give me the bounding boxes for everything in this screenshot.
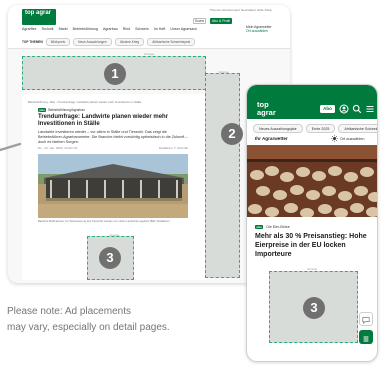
mobile-article-category-row: plus Die Eier-Börse (255, 225, 290, 229)
top-topics-label: TOP THEMEN (22, 40, 43, 44)
ad-number-3: 3 (99, 247, 121, 269)
topic-pill[interactable]: Neue Auszahlungen (73, 38, 112, 46)
menu-fab-button[interactable] (359, 330, 373, 344)
article-author: Redaktion, T. Schmidt (158, 146, 188, 150)
chat-icon (362, 317, 370, 325)
article-date: Do., 23. Jan. 2025, 12:00 Uhr (38, 146, 78, 150)
article-title: Trendumfrage: Landwirte planen wieder me… (38, 114, 169, 127)
mobile-header: top agrar Abo (247, 85, 377, 119)
desktop-main-nav: Agrarflex Technik Markt Betriebsführung … (22, 27, 197, 31)
nav-item[interactable]: Schwein (135, 27, 149, 31)
topic-chip[interactable]: Afrikanische Schwein (338, 124, 377, 133)
ad-placement-2: 2 (205, 73, 243, 278)
nav-item[interactable]: Markt (59, 27, 68, 31)
mobile-phone-mockup: top agrar Abo Neues Auszahlungsjahr Ernt… (246, 84, 378, 362)
ad-placement-note: Please note: Ad placements may vary, esp… (7, 304, 170, 336)
desktop-logo[interactable]: top agrar (22, 9, 56, 25)
nav-item[interactable]: Agrarbau (103, 27, 118, 31)
mobile-logo-bottom: agrar (257, 107, 276, 117)
mobile-article-photo (247, 145, 377, 217)
topic-pill[interactable]: Afrikanische Schweinepest (147, 38, 196, 46)
mobile-article-title[interactable]: Mehr als 30 % Preisanstieg: Hohe Eierpre… (255, 232, 373, 259)
nav-item[interactable]: Agrarflex (22, 27, 36, 31)
plus-badge: plus (38, 108, 47, 112)
nav-item[interactable]: Im Heft (154, 27, 166, 31)
top-topics-bar: TOP THEMEN Milchpreis Neue Auszahlungen … (22, 38, 196, 46)
photo-caption: Bauliche Maßnahmen zur Verbesserung des … (38, 220, 170, 223)
subscribe-button[interactable]: Abo & Profil (210, 18, 232, 24)
article-lead: Landwirte investieren wieder – vor allem… (38, 130, 188, 144)
account-icon[interactable] (339, 104, 349, 114)
search-button[interactable]: Suche (193, 18, 206, 24)
weather-widget[interactable]: Mein Agrarwetter Ort auswählen (246, 25, 272, 34)
mobile-ad-number-3: 3 (303, 297, 325, 319)
ad-placement-3-desktop: 3 (87, 236, 134, 280)
ad-placement-3-mobile: 3 (269, 271, 358, 343)
mobile-weather-select[interactable]: Ort auswählen (331, 135, 364, 142)
note-line-1: Please note: Ad placements (7, 306, 131, 317)
search-icon[interactable] (352, 104, 362, 114)
nav-item[interactable]: Unser Agrarsack (170, 27, 197, 31)
mobile-topic-chips: Neues Auszahlungsjahr Ernte 2025 Afrikan… (253, 124, 377, 133)
nav-item[interactable]: Technik (41, 27, 53, 31)
topic-chip[interactable]: Ernte 2025 (305, 124, 336, 133)
desktop-article: Betriebsführung › Bau › Trendumfrage: La… (22, 94, 207, 280)
ad-placement-illustration: top agrar Themen Abonnement Newsletter H… (0, 0, 382, 365)
weather-select-label: Ort auswählen (340, 136, 365, 141)
callout-stroke (0, 142, 22, 152)
comment-button[interactable] (359, 312, 373, 326)
mobile-logo[interactable]: top agrar (257, 101, 276, 116)
article-photo (38, 154, 188, 218)
ad-placement-1: 1 (22, 56, 206, 90)
nav-item[interactable]: Rind (123, 27, 130, 31)
mobile-weather-title: Ihr Agrarwetter (255, 136, 288, 141)
article-meta: Do., 23. Jan. 2025, 12:00 Uhr Redaktion,… (38, 146, 188, 150)
list-icon (363, 336, 369, 342)
nav-item[interactable]: Betriebsführung (73, 27, 98, 31)
topic-pill[interactable]: Milchpreis (45, 38, 71, 46)
weather-location-select[interactable]: Ort auswählen (246, 29, 272, 33)
topic-chip[interactable]: Neues Auszahlungsjahr (253, 124, 303, 133)
topic-pill[interactable]: Ukraine-Krieg (114, 38, 145, 46)
menu-icon[interactable] (365, 104, 375, 114)
mobile-plus-badge: plus (255, 225, 264, 229)
note-line-2: may vary, especially on detail pages. (7, 322, 170, 333)
sun-icon (331, 135, 338, 142)
desktop-top-links[interactable]: Themen Abonnement Newsletter Hilfe Shop (210, 8, 272, 12)
desktop-header: top agrar Themen Abonnement Newsletter H… (8, 5, 290, 49)
ad-number-1: 1 (104, 63, 126, 85)
ad-number-2: 2 (221, 123, 243, 145)
mobile-abo-button[interactable]: Abo (320, 105, 335, 113)
article-category[interactable]: Betriebsführung/Agrarbau (48, 108, 85, 112)
mobile-article-category[interactable]: Die Eier-Börse (266, 225, 289, 229)
breadcrumb[interactable]: Betriebsführung › Bau › Trendumfrage: La… (28, 100, 141, 104)
article-category-row: plus Betriebsführung/Agrarbau (38, 108, 85, 112)
